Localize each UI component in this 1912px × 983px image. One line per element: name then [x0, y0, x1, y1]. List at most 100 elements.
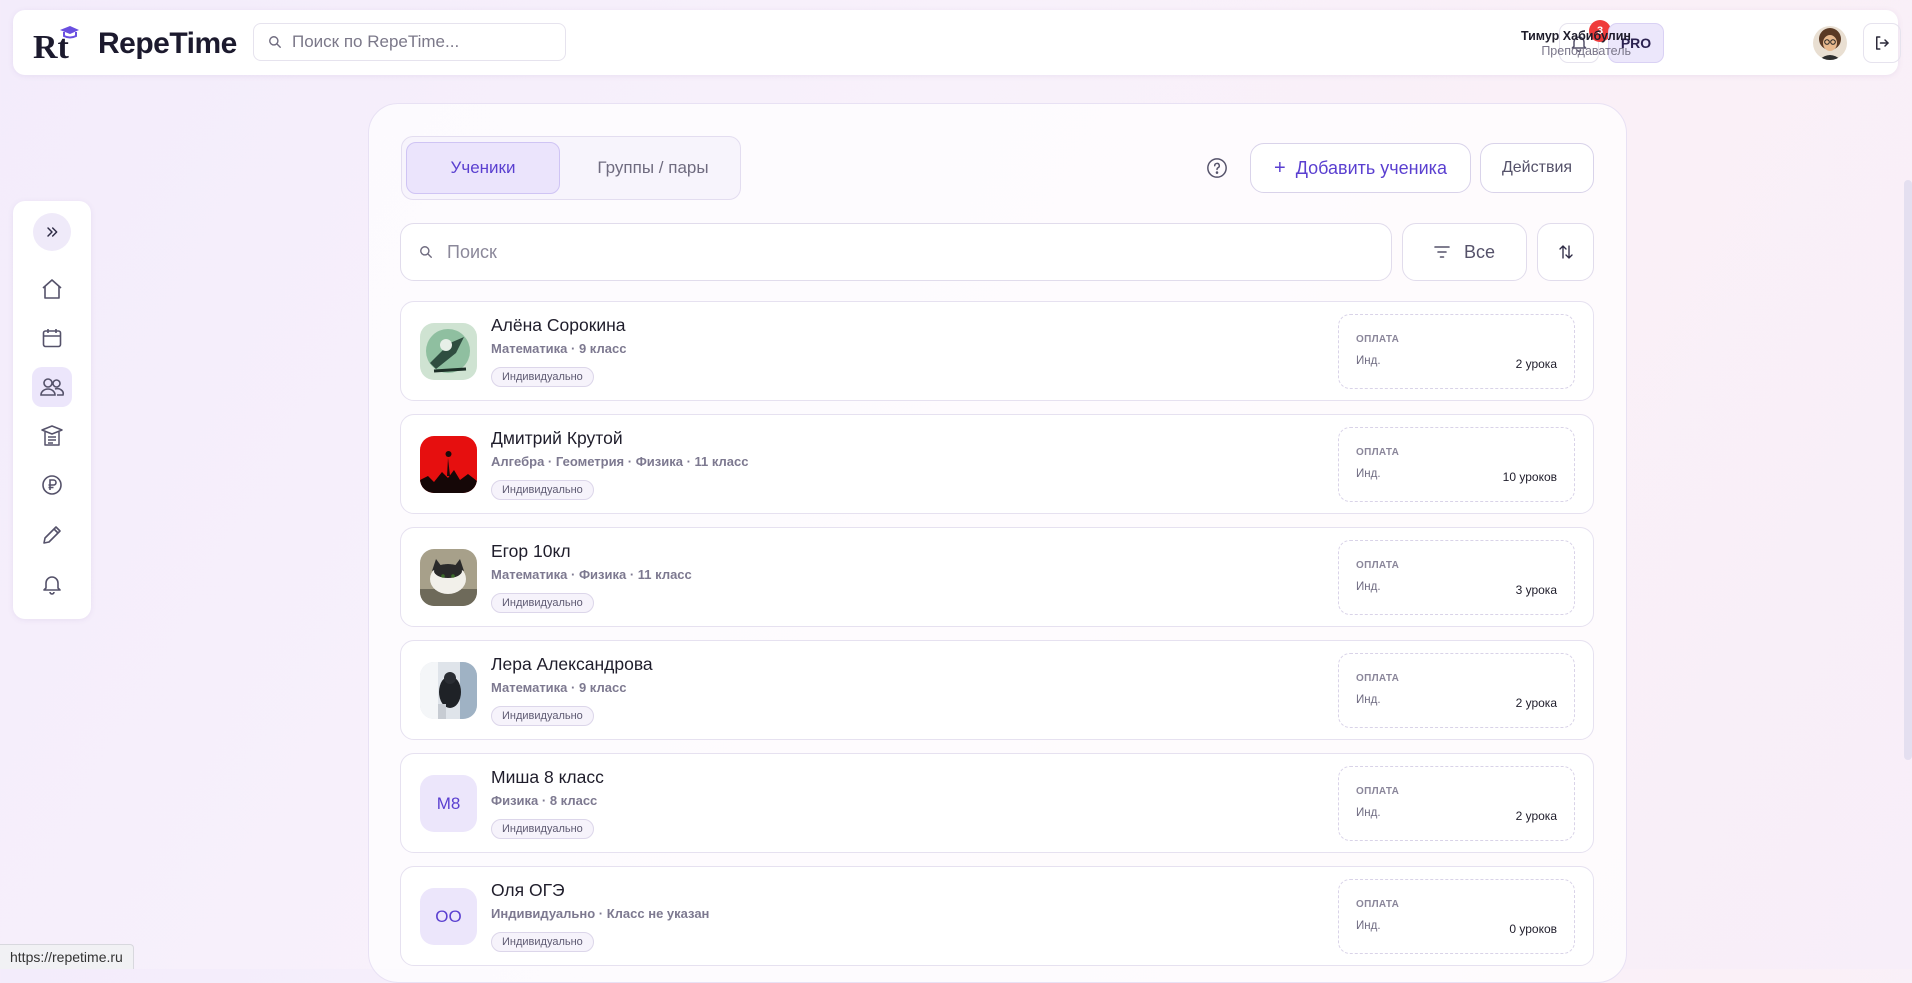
search-icon: [420, 246, 432, 258]
logo-icon[interactable]: Rt: [33, 24, 79, 66]
payment-box: ОПЛАТА Инд. 2 урока: [1338, 653, 1575, 728]
student-search-placeholder: Поиск: [447, 241, 497, 262]
student-avatar: [420, 549, 477, 606]
filter-icon: [1434, 246, 1450, 258]
student-name[interactable]: Дмитрий Крутой: [491, 428, 623, 449]
student-avatar: [420, 662, 477, 719]
payment-label: ОПЛАТА: [1356, 899, 1400, 910]
sidebar-item-notifications[interactable]: [32, 564, 72, 604]
student-subjects: Математика · 9 класс: [491, 341, 627, 356]
student-search-input[interactable]: Поиск: [400, 223, 1392, 281]
tab-groups[interactable]: Группы / пары: [572, 142, 734, 194]
student-row[interactable]: Алёна Сорокина Математика · 9 класс Инди…: [400, 301, 1594, 401]
tab-students[interactable]: Ученики: [406, 142, 560, 194]
student-subjects: Индивидуально · Класс не указан: [491, 906, 710, 921]
user-avatar[interactable]: [1813, 26, 1847, 60]
payment-box: ОПЛАТА Инд. 2 урока: [1338, 314, 1575, 389]
app-name[interactable]: RepeTime: [98, 27, 237, 61]
student-avatar: [420, 323, 477, 380]
student-name[interactable]: Оля ОГЭ: [491, 880, 565, 901]
home-icon: [42, 279, 62, 299]
payment-count: 0 уроков: [1509, 922, 1557, 936]
student-avatar-initials: ОО: [420, 888, 477, 945]
global-search-placeholder: Поиск по RepeTime...: [292, 32, 460, 51]
lesson-type-tag: Индивидуально: [491, 819, 594, 839]
student-name[interactable]: Егор 10кл: [491, 541, 571, 562]
student-name[interactable]: Миша 8 класс: [491, 767, 604, 788]
sidebar-expand-button[interactable]: [33, 213, 71, 251]
payment-box: ОПЛАТА Инд. 10 уроков: [1338, 427, 1575, 502]
sidebar-item-home[interactable]: [32, 269, 72, 309]
payment-kind: Инд.: [1356, 920, 1381, 932]
student-row[interactable]: ОО Оля ОГЭ Индивидуально · Класс не указ…: [400, 866, 1594, 966]
sidebar-item-calendar[interactable]: [32, 318, 72, 358]
tab-switcher: Ученики Группы / пары: [401, 136, 741, 200]
user-name[interactable]: Тимур Хабибулин: [1521, 29, 1631, 43]
sidebar: [13, 201, 91, 619]
graduation-doc-icon: [41, 425, 63, 446]
ruble-icon: [42, 475, 62, 495]
payment-box: ОПЛАТА Инд. 0 уроков: [1338, 879, 1575, 954]
student-row[interactable]: Дмитрий Крутой Алгебра · Геометрия · Физ…: [400, 414, 1594, 514]
status-bar-url: https://repetime.ru: [0, 944, 134, 969]
payment-box: ОПЛАТА Инд. 3 урока: [1338, 540, 1575, 615]
payment-count: 2 урока: [1515, 357, 1557, 371]
student-row[interactable]: Лера Александрова Математика · 9 класс И…: [400, 640, 1594, 740]
payment-label: ОПЛАТА: [1356, 786, 1400, 797]
sort-arrows-icon: [1558, 245, 1573, 259]
student-name[interactable]: Лера Александрова: [491, 654, 653, 675]
payment-kind: Инд.: [1356, 581, 1381, 593]
filter-button[interactable]: Все: [1402, 223, 1527, 281]
student-row[interactable]: Егор 10кл Математика · Физика · 11 класс…: [400, 527, 1594, 627]
filter-label: Все: [1463, 241, 1496, 262]
sidebar-item-payments[interactable]: [32, 465, 72, 505]
help-icon[interactable]: [1206, 157, 1228, 179]
global-search-input[interactable]: Поиск по RepeTime...: [253, 23, 566, 61]
calendar-icon: [42, 329, 62, 348]
add-student-label: Добавить ученика: [1295, 157, 1447, 178]
lesson-type-tag: Индивидуально: [491, 480, 594, 500]
payment-label: ОПЛАТА: [1356, 673, 1400, 684]
student-subjects: Физика · 8 класс: [491, 793, 598, 808]
payment-kind: Инд.: [1356, 694, 1381, 706]
student-subjects: Математика · 9 класс: [491, 680, 627, 695]
sidebar-item-lessons[interactable]: [32, 416, 72, 456]
lesson-type-tag: Индивидуально: [491, 593, 594, 613]
sidebar-item-edit[interactable]: [32, 515, 72, 555]
users-icon: [40, 378, 65, 396]
sort-button[interactable]: [1537, 223, 1594, 281]
payment-kind: Инд.: [1356, 355, 1381, 367]
chevrons-right-icon: [47, 227, 58, 237]
logout-icon: [1876, 36, 1889, 50]
student-avatar: [420, 436, 477, 493]
plus-icon: +: [1274, 156, 1286, 179]
student-row[interactable]: М8 Миша 8 класс Физика · 8 класс Индивид…: [400, 753, 1594, 853]
lesson-type-tag: Индивидуально: [491, 367, 594, 387]
student-avatar-initials: М8: [420, 775, 477, 832]
pencil-icon: [43, 526, 61, 544]
payment-label: ОПЛАТА: [1356, 334, 1400, 345]
logout-button[interactable]: [1863, 23, 1901, 63]
lesson-type-tag: Индивидуально: [491, 932, 594, 952]
student-subjects: Алгебра · Геометрия · Физика · 11 класс: [491, 454, 749, 469]
payment-kind: Инд.: [1356, 807, 1381, 819]
payment-label: ОПЛАТА: [1356, 447, 1400, 458]
user-role: Преподаватель: [1541, 44, 1631, 58]
payment-count: 2 урока: [1515, 809, 1557, 823]
payment-box: ОПЛАТА Инд. 2 урока: [1338, 766, 1575, 841]
search-icon: [269, 36, 281, 48]
student-subjects: Математика · Физика · 11 класс: [491, 567, 692, 582]
lesson-type-tag: Индивидуально: [491, 706, 594, 726]
page-scrollbar[interactable]: [1904, 180, 1912, 760]
bell-icon: [43, 576, 61, 595]
actions-button[interactable]: Действия: [1480, 143, 1594, 193]
sidebar-item-students[interactable]: [32, 367, 72, 407]
payment-count: 3 урока: [1515, 583, 1557, 597]
add-student-button[interactable]: + Добавить ученика: [1250, 143, 1471, 193]
payment-count: 2 урока: [1515, 696, 1557, 710]
student-name[interactable]: Алёна Сорокина: [491, 315, 626, 336]
top-bar: Rt RepeTime Поиск по RepeTime... 3 PRO Т…: [13, 10, 1901, 75]
payment-count: 10 уроков: [1502, 470, 1557, 484]
payment-label: ОПЛАТА: [1356, 560, 1400, 571]
payment-kind: Инд.: [1356, 468, 1381, 480]
